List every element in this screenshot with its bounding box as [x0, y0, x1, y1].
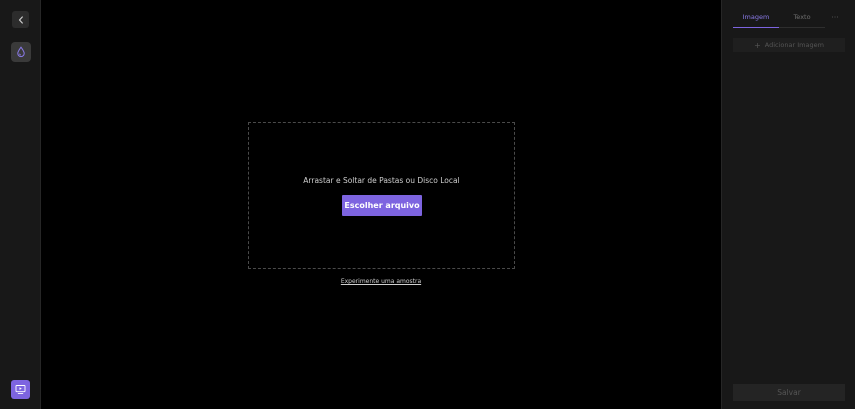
canvas-area: Arrastar e Soltar de Pastas ou Disco Loc…	[41, 0, 721, 409]
left-sidebar	[0, 0, 41, 409]
right-panel: Imagem Texto ··· + Adicionar Imagem Salv…	[721, 0, 855, 409]
ellipsis-icon[interactable]: ···	[829, 11, 841, 25]
add-image-button[interactable]: + Adicionar Imagem	[733, 38, 845, 52]
add-image-label: Adicionar Imagem	[764, 41, 824, 49]
tab-image[interactable]: Imagem	[733, 10, 779, 28]
plus-icon: +	[754, 40, 761, 50]
chevron-left-icon	[18, 15, 23, 24]
back-button[interactable]	[12, 11, 29, 28]
choose-file-button[interactable]: Escolher arquivo	[342, 195, 422, 216]
presentation-icon	[15, 385, 26, 395]
try-sample-link[interactable]: Experimente uma amostra	[341, 278, 421, 285]
background-remover-tool-button[interactable]	[11, 42, 31, 62]
panel-tabs: Imagem Texto	[733, 10, 825, 28]
drop-instructions: Arrastar e Soltar de Pastas ou Disco Loc…	[303, 176, 460, 185]
drop-zone[interactable]: Arrastar e Soltar de Pastas ou Disco Loc…	[248, 122, 515, 269]
drop-icon	[17, 46, 25, 58]
tab-text[interactable]: Texto	[779, 10, 825, 28]
sample-link-row: Experimente uma amostra	[41, 278, 721, 285]
presentation-button[interactable]	[11, 380, 30, 399]
save-button[interactable]: Salvar	[733, 384, 845, 401]
